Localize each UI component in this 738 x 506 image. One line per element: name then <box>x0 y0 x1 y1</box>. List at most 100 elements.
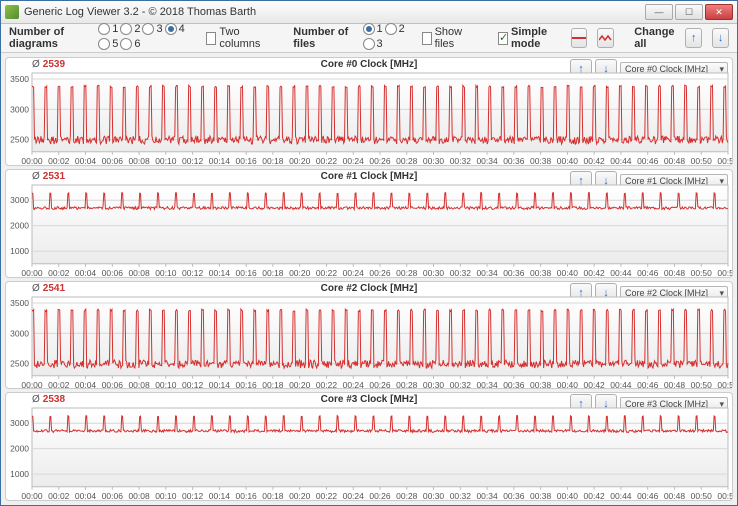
chart-panel-3: Core #3 Clock [MHz]Ø2538↑↓Core #3 Clock … <box>5 392 733 501</box>
svg-text:00:08: 00:08 <box>128 156 150 165</box>
svg-text:00:00: 00:00 <box>21 268 43 277</box>
plot-area[interactable]: 25003000350000:0000:0200:0400:0600:0800:… <box>6 296 732 389</box>
show-files-checkbox[interactable]: Show files <box>422 26 471 50</box>
svg-text:00:06: 00:06 <box>102 268 124 277</box>
svg-text:00:38: 00:38 <box>530 491 552 500</box>
svg-text:00:50: 00:50 <box>691 491 713 500</box>
svg-text:00:08: 00:08 <box>128 491 150 500</box>
svg-text:00:16: 00:16 <box>236 156 258 165</box>
svg-text:00:52: 00:52 <box>717 156 732 165</box>
svg-text:00:44: 00:44 <box>610 156 632 165</box>
svg-text:00:06: 00:06 <box>102 379 124 388</box>
radio-5[interactable]: 5 <box>98 38 118 50</box>
chart-average: Ø2531 <box>32 171 65 182</box>
svg-text:00:02: 00:02 <box>48 379 70 388</box>
num-diagrams-label: Number of diagrams <box>9 26 88 50</box>
radio-3[interactable]: 3 <box>363 38 383 50</box>
svg-text:00:22: 00:22 <box>316 379 338 388</box>
svg-text:00:12: 00:12 <box>182 491 204 500</box>
svg-text:00:44: 00:44 <box>610 268 632 277</box>
window-buttons: — ☐ ✕ <box>645 4 733 20</box>
svg-text:00:06: 00:06 <box>102 156 124 165</box>
svg-text:00:46: 00:46 <box>637 379 659 388</box>
radio-1[interactable]: 1 <box>363 23 383 35</box>
svg-text:00:18: 00:18 <box>262 379 284 388</box>
two-columns-checkbox[interactable]: Two columns <box>206 26 265 50</box>
svg-text:00:18: 00:18 <box>262 491 284 500</box>
svg-text:00:26: 00:26 <box>369 156 391 165</box>
svg-text:00:50: 00:50 <box>691 268 713 277</box>
svg-text:00:28: 00:28 <box>396 156 418 165</box>
svg-text:00:46: 00:46 <box>637 268 659 277</box>
svg-text:00:48: 00:48 <box>664 491 686 500</box>
svg-text:00:26: 00:26 <box>369 379 391 388</box>
svg-text:00:36: 00:36 <box>503 379 525 388</box>
svg-text:00:16: 00:16 <box>236 268 258 277</box>
radio-6[interactable]: 6 <box>120 38 140 50</box>
svg-text:00:02: 00:02 <box>48 268 70 277</box>
chart-panel-2: Core #2 Clock [MHz]Ø2541↑↓Core #2 Clock … <box>5 281 733 390</box>
minimize-button[interactable]: — <box>645 4 673 20</box>
svg-text:00:16: 00:16 <box>236 379 258 388</box>
simple-mode-checkbox[interactable]: Simple mode <box>498 26 561 50</box>
chart-panel-0: Core #0 Clock [MHz]Ø2539↑↓Core #0 Clock … <box>5 57 733 166</box>
svg-text:3000: 3000 <box>10 195 29 205</box>
radio-4[interactable]: 4 <box>165 23 185 35</box>
svg-text:00:32: 00:32 <box>450 491 472 500</box>
num-diagrams-radios: 1234 56 <box>98 23 196 53</box>
toolbar: Number of diagrams 123456 Two columns Nu… <box>1 24 737 53</box>
svg-text:00:30: 00:30 <box>423 491 445 500</box>
svg-text:00:40: 00:40 <box>557 491 579 500</box>
num-files-radios: 123 <box>363 23 412 53</box>
radio-3[interactable]: 3 <box>142 23 162 35</box>
plot-area[interactable]: 10002000300000:0000:0200:0400:0600:0800:… <box>6 184 732 277</box>
svg-text:00:08: 00:08 <box>128 379 150 388</box>
svg-text:00:34: 00:34 <box>476 491 498 500</box>
svg-text:00:44: 00:44 <box>610 491 632 500</box>
svg-text:00:38: 00:38 <box>530 268 552 277</box>
svg-text:00:46: 00:46 <box>637 156 659 165</box>
svg-text:00:46: 00:46 <box>637 491 659 500</box>
svg-text:1000: 1000 <box>10 246 29 256</box>
plot-area[interactable]: 25003000350000:0000:0200:0400:0600:0800:… <box>6 72 732 165</box>
app-window: Generic Log Viewer 3.2 - © 2018 Thomas B… <box>0 0 738 506</box>
svg-text:00:10: 00:10 <box>155 156 177 165</box>
change-all-down-button[interactable]: ↓ <box>712 28 729 48</box>
svg-text:00:04: 00:04 <box>75 491 97 500</box>
change-all-label: Change all <box>634 26 675 50</box>
chart-average: Ø2538 <box>32 394 65 405</box>
svg-text:00:34: 00:34 <box>476 379 498 388</box>
radio-2[interactable]: 2 <box>120 23 140 35</box>
svg-text:00:38: 00:38 <box>530 379 552 388</box>
svg-text:00:00: 00:00 <box>21 491 43 500</box>
svg-text:00:42: 00:42 <box>584 268 606 277</box>
plot-area[interactable]: 10002000300000:0000:0200:0400:0600:0800:… <box>6 407 732 500</box>
svg-text:00:34: 00:34 <box>476 156 498 165</box>
svg-text:00:40: 00:40 <box>557 156 579 165</box>
svg-text:00:02: 00:02 <box>48 156 70 165</box>
radio-1[interactable]: 1 <box>98 23 118 35</box>
svg-text:00:26: 00:26 <box>369 268 391 277</box>
chart-panel-1: Core #1 Clock [MHz]Ø2531↑↓Core #1 Clock … <box>5 169 733 278</box>
titlebar: Generic Log Viewer 3.2 - © 2018 Thomas B… <box>1 1 737 24</box>
svg-text:00:38: 00:38 <box>530 156 552 165</box>
svg-text:00:52: 00:52 <box>717 491 732 500</box>
maximize-button[interactable]: ☐ <box>675 4 703 20</box>
svg-text:00:30: 00:30 <box>423 156 445 165</box>
svg-text:3500: 3500 <box>10 298 29 308</box>
line-style-zig-button[interactable] <box>597 28 614 48</box>
svg-text:3500: 3500 <box>10 74 29 84</box>
svg-text:00:42: 00:42 <box>584 379 606 388</box>
change-all-up-button[interactable]: ↑ <box>685 28 702 48</box>
svg-text:00:22: 00:22 <box>316 491 338 500</box>
svg-text:00:50: 00:50 <box>691 156 713 165</box>
window-title: Generic Log Viewer 3.2 - © 2018 Thomas B… <box>24 6 645 18</box>
svg-text:00:00: 00:00 <box>21 156 43 165</box>
line-style-flat-button[interactable] <box>571 28 588 48</box>
svg-text:00:14: 00:14 <box>209 156 231 165</box>
app-icon <box>5 5 19 19</box>
radio-2[interactable]: 2 <box>385 23 405 35</box>
svg-text:00:12: 00:12 <box>182 156 204 165</box>
close-button[interactable]: ✕ <box>705 4 733 20</box>
svg-text:00:04: 00:04 <box>75 379 97 388</box>
